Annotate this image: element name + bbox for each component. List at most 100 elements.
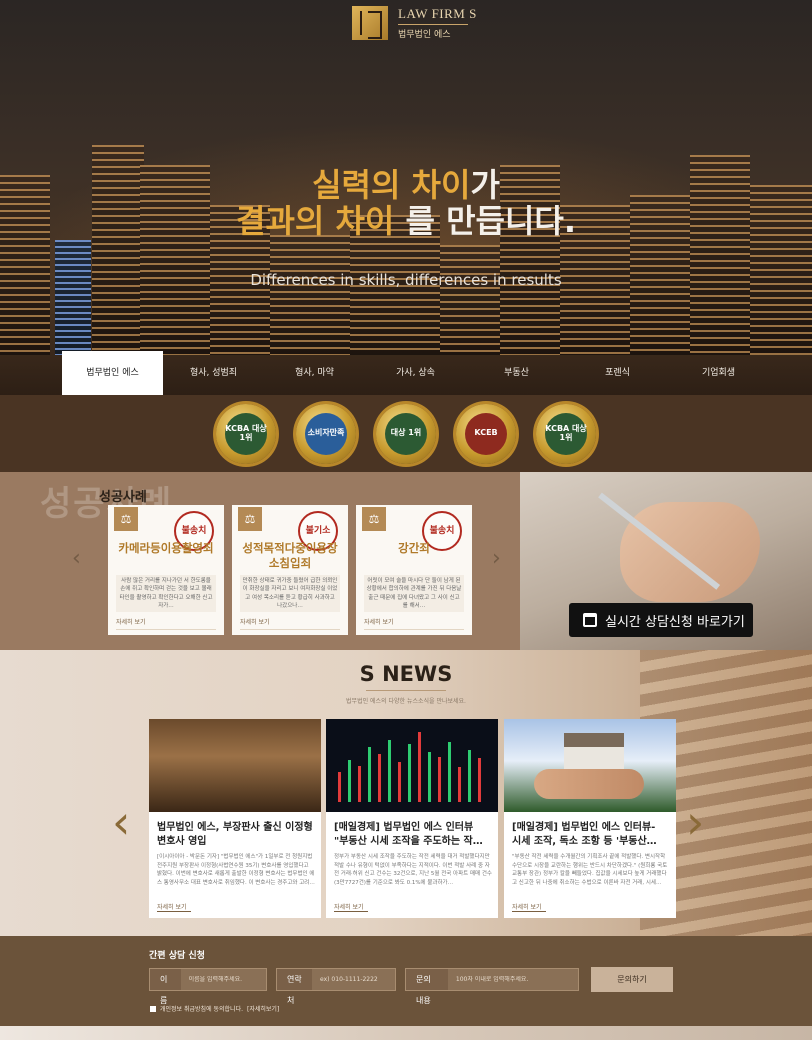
divider — [364, 629, 464, 630]
news-excerpt: 정부가 부동산 시세 조작을 주도하는 작전 세력을 대거 적발했다지만 적발 … — [334, 854, 492, 886]
submit-button[interactable]: 문의하기 — [591, 967, 673, 992]
news-card[interactable]: [매일경제] 법무법인 에스 인터뷰 "부동산 시세 조작을 주도하는 작… 정… — [326, 719, 498, 918]
candle-mark — [418, 732, 421, 802]
handshake-shape — [534, 769, 644, 799]
candle-mark — [368, 747, 371, 802]
realtime-consult-button[interactable]: 실시간 상담신청 바로가기 — [569, 603, 753, 637]
candle-mark — [428, 752, 431, 802]
phone-input[interactable] — [312, 976, 395, 983]
tab-criminal-drug[interactable]: 형사, 마약 — [264, 351, 365, 395]
news-title: S NEWS — [359, 662, 453, 686]
divider — [157, 911, 191, 912]
case-title: 강간죄 — [398, 541, 430, 555]
candle-mark — [388, 740, 391, 802]
case-card[interactable]: ⚖ 불송치 카메라등이용촬영죄 사람 많은 거리를 지나가던 서 한도롱을 손에… — [108, 505, 224, 635]
gavel-icon: ⚖ — [114, 507, 138, 531]
category-tabs: 법무법인 에스 형사, 성범죄 형사, 마약 가사, 상속 부동산 포렌식 기업… — [0, 351, 812, 395]
case-title: 카메라등이용촬영죄 — [118, 541, 214, 555]
content-label: 문의내용 — [406, 969, 448, 1005]
name-field: 이름 — [149, 968, 267, 1005]
case-more-link[interactable]: 자세히 보기 — [364, 617, 394, 626]
awards-strip: KCBA 대상 1위 소비자만족 대상 1위 KCEB KCBA 대상 1위 — [0, 395, 812, 472]
candle-mark — [338, 772, 341, 802]
award-label: 소비자만족 — [305, 412, 347, 455]
candle-mark — [448, 742, 451, 802]
building — [55, 240, 91, 355]
candle-mark — [458, 767, 461, 802]
gavel-icon: ⚖ — [238, 507, 262, 531]
handshake-house-photo — [504, 719, 676, 812]
footer-strip — [0, 1026, 812, 1040]
news-excerpt: [이시아이아 - 박문돈 기자] "법무법인 에스"가 1일부로 전 청원지법 … — [157, 854, 315, 886]
house-shape — [564, 733, 624, 773]
case-title: 성적목적다중이용장 소침입죄 — [242, 541, 338, 570]
tab-law-firm-s[interactable]: 법무법인 에스 — [62, 351, 163, 395]
candle-mark — [398, 762, 401, 802]
news-subtitle: 법무법인 에스의 다양한 뉴스소식을 만나보세요. — [346, 698, 466, 705]
candle-mark — [408, 744, 411, 802]
news-card[interactable]: 법무법인 에스, 부장판사 출신 이정형 변호사 영입 [이시아이아 - 박문돈… — [149, 719, 321, 918]
news-next-arrow[interactable]: › — [686, 795, 704, 849]
hero-line2-white: 를 만듭니다. — [394, 202, 576, 240]
building — [440, 245, 500, 355]
award-badge: 소비자만족 — [296, 403, 356, 464]
news-headline: [매일경제] 법무법인 에스 인터뷰- 시세 조작, 독소 조항 등 '부동산… — [512, 822, 657, 847]
candle-mark — [358, 766, 361, 802]
content-input[interactable] — [447, 976, 578, 983]
divider — [512, 911, 546, 912]
divider — [240, 629, 340, 630]
case-card[interactable]: ⚖ 불기소 성적목적다중이용장 소침입죄 만취한 상태로 귀가중 들렸어 급한 … — [232, 505, 348, 635]
logo-divider — [398, 24, 468, 25]
award-label: 대상 1위 — [385, 412, 427, 455]
phone-field: 연락처 — [276, 968, 396, 1005]
consult-button-label: 실시간 상담신청 바로가기 — [605, 614, 745, 630]
tab-forensic[interactable]: 포렌식 — [567, 351, 668, 395]
success-title: 성공사례 — [99, 490, 147, 505]
news-card[interactable]: [매일경제] 법무법인 에스 인터뷰- 시세 조작, 독소 조항 등 '부동산…… — [504, 719, 676, 918]
logo-text-en: LAW FIRM S — [398, 6, 477, 21]
success-next-arrow[interactable]: › — [492, 546, 501, 571]
hero-subtitle: Differences in skills, differences in re… — [250, 271, 562, 289]
news-more-link[interactable]: 자세히 보기 — [334, 902, 364, 911]
name-input[interactable] — [180, 976, 266, 983]
divider — [334, 911, 368, 912]
content-field: 문의내용 — [405, 968, 579, 1005]
tab-real-estate[interactable]: 부동산 — [466, 351, 567, 395]
news-headline: 법무법인 에스, 부장판사 출신 이정형 변호사 영입 — [157, 822, 313, 847]
award-label: KCBA 대상 1위 — [545, 412, 587, 455]
success-prev-arrow[interactable]: ‹ — [72, 546, 81, 571]
agree-checkbox[interactable] — [150, 1005, 156, 1012]
award-badge: KCBA 대상 1위 — [216, 403, 276, 464]
award-label: KCBA 대상 1위 — [225, 412, 267, 455]
stock-chart-photo — [326, 719, 498, 812]
hero-headline-line2: 결과의 차이 를 만듭니다. — [0, 196, 812, 242]
tab-criminal-sexual[interactable]: 형사, 성범죄 — [163, 351, 264, 395]
gavel-icon: ⚖ — [362, 507, 386, 531]
candle-mark — [468, 750, 471, 802]
candle-mark — [348, 760, 351, 802]
phone-label: 연락처 — [277, 969, 313, 1005]
news-headline: [매일경제] 법무법인 에스 인터뷰 "부동산 시세 조작을 주도하는 작… — [334, 822, 483, 847]
site-logo[interactable]: LAW FIRM S 법무법인 에스 — [352, 6, 477, 40]
agree-detail-link[interactable]: [자세히보기] — [247, 1004, 279, 1013]
case-description: 어릿이 모여 술을 마시다 단 둘이 남게 된 상황에서 합의하에 관계를 가진… — [364, 575, 464, 612]
news-more-link[interactable]: 자세히 보기 — [512, 902, 542, 911]
case-more-link[interactable]: 자세히 보기 — [240, 617, 270, 626]
hero-banner: LAW FIRM S 법무법인 에스 실력의 차이가 결과의 차이 를 만듭니다… — [0, 0, 812, 395]
divider — [116, 629, 216, 630]
tab-rehabilitation[interactable]: 기업회생 — [668, 351, 769, 395]
hand-shape — [620, 502, 760, 602]
form-title: 간편 상담 신청 — [149, 951, 205, 961]
hero-line2-gold: 결과의 차이 — [236, 202, 395, 240]
logo-text-ko: 법무법인 에스 — [398, 30, 451, 40]
privacy-agree[interactable]: 개인정보 취급방침에 동의합니다. [자세히보기] — [150, 1004, 279, 1013]
news-prev-arrow[interactable]: ‹ — [112, 795, 130, 849]
case-description: 만취한 상태로 귀가중 들렸어 급한 의뢰인이 화장실을 자리고 보니 여자화장… — [240, 575, 340, 612]
candle-mark — [438, 757, 441, 802]
news-excerpt: "부동산 작전 세력을 수개월간의 기획조사 끝에 적발했다. 변시작학 수단으… — [512, 854, 668, 886]
news-more-link[interactable]: 자세히 보기 — [157, 902, 187, 911]
case-more-link[interactable]: 자세히 보기 — [116, 617, 146, 626]
name-label: 이름 — [150, 969, 181, 1005]
case-card[interactable]: ⚖ 불송치 강간죄 어릿이 모여 술을 마시다 단 둘이 남게 된 상황에서 합… — [356, 505, 472, 635]
tab-family-inheritance[interactable]: 가사, 상속 — [365, 351, 466, 395]
